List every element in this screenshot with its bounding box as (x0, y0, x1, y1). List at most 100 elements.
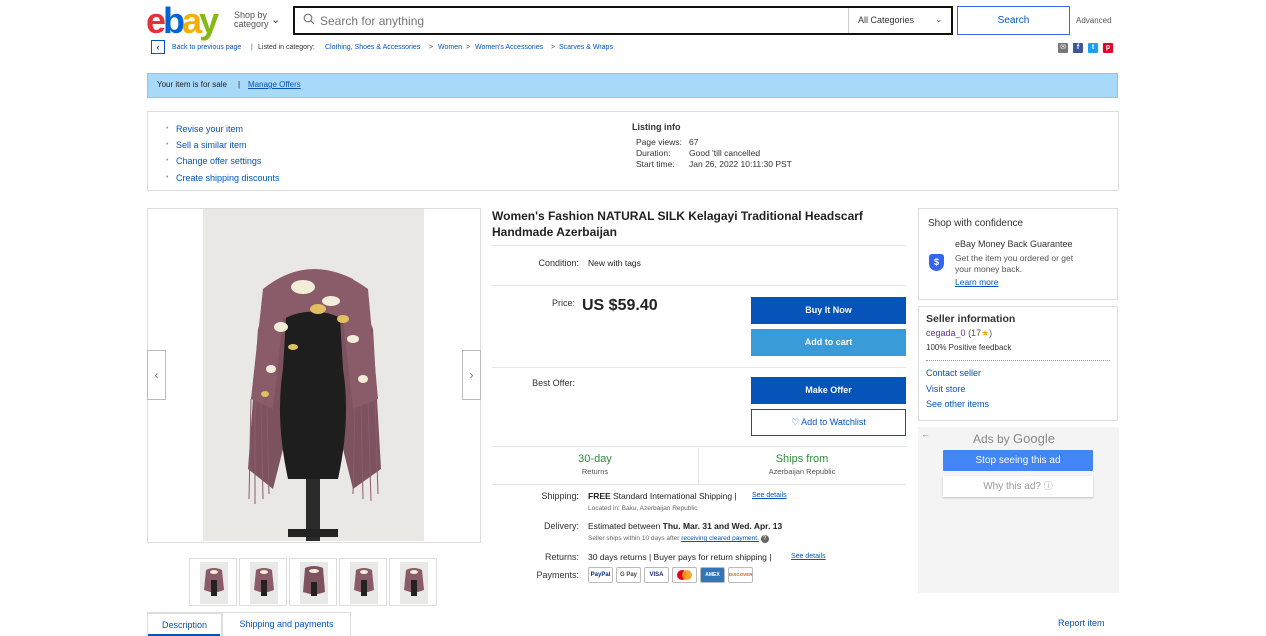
divider (492, 367, 906, 368)
delivery-note-text: Seller ships within 10 days after (588, 535, 680, 542)
divider (492, 484, 906, 485)
breadcrumb-item[interactable]: Scarves & Wraps (559, 44, 613, 52)
divider (698, 448, 699, 484)
google-label: Google (1013, 431, 1055, 446)
returns-badge-subtitle: Returns (581, 467, 609, 476)
delivery-note: Seller ships within 10 days after receiv… (588, 535, 769, 543)
listing-info-label: Start time: (636, 159, 675, 169)
guarantee-desc: your money back. (955, 264, 1023, 274)
category-label: category (234, 19, 269, 29)
delivery-dates: Thu. Mar. 31 and Wed. Apr. 13 (662, 521, 783, 531)
delivery-label: Delivery: (543, 521, 579, 531)
facebook-icon[interactable]: f (1073, 43, 1083, 53)
breadcrumb-separator: > (551, 44, 556, 51)
confidence-title: Shop with confidence (928, 218, 1024, 229)
delivery-value: Estimated between Thu. Mar. 31 and Wed. … (588, 521, 782, 531)
cleared-payment-link[interactable]: receiving cleared payment. (681, 535, 759, 542)
category-select[interactable]: All Categories (858, 15, 914, 25)
breadcrumb-item[interactable]: Women (438, 44, 462, 52)
shipping-details-link[interactable]: See details (752, 492, 787, 499)
returns-badge-title: 30-day (578, 453, 612, 465)
email-icon[interactable]: ✉ (1058, 43, 1068, 53)
revise-item-link[interactable]: Revise your item (176, 124, 243, 134)
delivery-prefix: Estimated between (588, 521, 661, 531)
chevron-down-icon: ⌄ (271, 14, 281, 26)
breadcrumb-item[interactable]: Women's Accessories (475, 44, 543, 52)
listing-info-value: Jan 26, 2022 10:11:30 PST (689, 159, 792, 169)
shield-icon: $ (929, 254, 944, 271)
gallery-thumbnail[interactable] (389, 558, 437, 606)
logo-letter-a: a (182, 0, 202, 41)
logo-letter-y: y (199, 0, 219, 41)
amex-icon: AMEX (700, 567, 725, 583)
returns-details-link[interactable]: See details (791, 553, 826, 560)
why-this-ad-button[interactable]: Why this ad? ⓘ (943, 476, 1093, 497)
ships-from-country: Azerbaijan Republic (768, 467, 836, 476)
mastercard-icon: MC (672, 567, 697, 583)
add-to-watchlist-button[interactable]: ♡ Add to Watchlist (751, 409, 906, 436)
stop-seeing-ad-button[interactable]: Stop seeing this ad (943, 450, 1093, 471)
tab-shipping-and-payments[interactable]: Shipping and payments (222, 612, 351, 636)
shipping-free: FREE (588, 491, 611, 501)
twitter-icon[interactable]: t (1088, 43, 1098, 53)
breadcrumb-separator: > (429, 44, 434, 51)
divider (492, 285, 906, 286)
search-button[interactable]: Search (957, 6, 1070, 35)
why-this-ad-label: Why this ad? (983, 481, 1041, 492)
back-to-previous-link[interactable]: Back to previous page (172, 44, 241, 52)
shop-by-category-button[interactable]: Shop by category (234, 11, 269, 29)
buy-it-now-button[interactable]: Buy It Now (751, 297, 906, 324)
gallery-thumbnail[interactable] (289, 558, 337, 606)
listing-info-title: Listing info (632, 122, 681, 132)
payments-label: Payments: (536, 570, 579, 580)
contact-seller-link[interactable]: Contact seller (926, 368, 981, 378)
visa-icon: VISA (644, 567, 669, 583)
gallery-thumbnail[interactable] (239, 558, 287, 606)
breadcrumb-item[interactable]: Clothing, Shoes & Accessories (325, 44, 420, 52)
ebay-logo[interactable]: ebay (146, 3, 219, 39)
returns-label: Returns: (544, 552, 579, 562)
listed-in-label: Listed in category: (258, 44, 315, 51)
divider (492, 446, 906, 447)
ads-by-google: Ads by Google (973, 431, 1055, 446)
search-icon (303, 13, 315, 25)
chevron-right-icon: › (469, 368, 474, 382)
price-value: US $59.40 (582, 297, 658, 314)
sell-similar-link[interactable]: Sell a similar item (176, 140, 247, 150)
divider (926, 360, 1110, 361)
seller-name-link[interactable]: cegada_0 (926, 328, 966, 338)
shipping-label: Shipping: (541, 491, 579, 501)
learn-more-link[interactable]: Learn more (955, 277, 998, 287)
make-offer-button[interactable]: Make Offer (751, 377, 906, 404)
guarantee-title: eBay Money Back Guarantee (955, 239, 1073, 249)
gallery-prev-button[interactable]: ‹ (147, 350, 166, 400)
gallery-thumbnail[interactable] (189, 558, 237, 606)
see-other-items-link[interactable]: See other items (926, 399, 989, 409)
product-photo[interactable] (203, 209, 424, 541)
seller-name-row: cegada_0 (17★) (926, 328, 992, 339)
tab-description[interactable]: Description (147, 612, 222, 636)
listing-info-label: Page views: (636, 137, 682, 147)
back-arrow-icon[interactable]: ‹ (151, 40, 165, 54)
gallery-thumbnail[interactable] (339, 558, 387, 606)
advanced-search-link[interactable]: Advanced (1076, 16, 1112, 25)
gallery-next-button[interactable]: › (462, 350, 481, 400)
pinterest-icon[interactable]: p (1103, 43, 1113, 53)
report-item-link[interactable]: Report item (1058, 618, 1105, 628)
seller-score-end: ) (989, 328, 993, 338)
shipping-discounts-link[interactable]: Create shipping discounts (176, 173, 280, 183)
visit-store-link[interactable]: Visit store (926, 384, 965, 394)
listing-info-label: Duration: (636, 148, 671, 158)
search-input[interactable] (320, 14, 840, 28)
returns-value: 30 days returns | Buyer pays for return … (588, 552, 772, 562)
add-to-cart-button[interactable]: Add to cart (751, 329, 906, 356)
google-pay-icon: G Pay (616, 567, 641, 583)
manage-offers-link[interactable]: Manage Offers (248, 80, 301, 89)
seller-score: (17 (968, 328, 982, 338)
condition-label: Condition: (538, 258, 579, 268)
change-offer-settings-link[interactable]: Change offer settings (176, 156, 261, 166)
help-icon[interactable]: ? (760, 535, 769, 543)
breadcrumb-separator: > (466, 44, 471, 51)
back-arrow-icon[interactable]: ← (921, 429, 930, 439)
located-in-text: Located in: Baku, Azerbaijan Republic (588, 505, 698, 512)
